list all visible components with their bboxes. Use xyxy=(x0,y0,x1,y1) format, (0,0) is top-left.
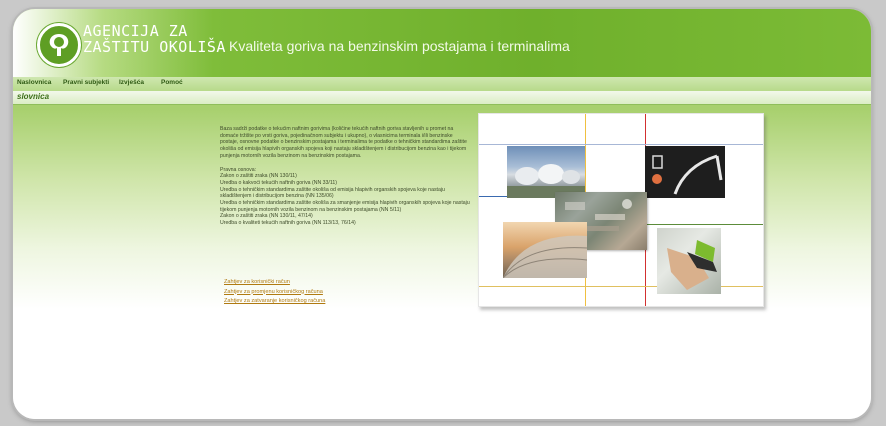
tree-logo-icon[interactable] xyxy=(37,23,81,67)
fuel-nozzle-photo xyxy=(657,228,721,294)
legal-item: Zakon o zaštiti zraka (NN 130/11) xyxy=(220,173,297,180)
nav-item-pomoc[interactable]: Pomoć xyxy=(161,79,183,86)
legal-item: Uredba o tehničkim standardima zaštite o… xyxy=(220,200,470,213)
fuel-gauge-photo xyxy=(645,146,725,198)
legal-item: Zakon o zaštiti zraka (NN 130/11, 47/14) xyxy=(220,213,313,220)
nav-item-naslovnica[interactable]: Naslovnica xyxy=(17,79,51,86)
site-header: AGENCIJA ZA ZAŠTITU OKOLIŠA Kvaliteta go… xyxy=(13,9,871,77)
intro-text: Baza sadrži podatke o tekućim naftnim go… xyxy=(220,126,467,159)
link-close-account[interactable]: Zahtjev za zatvaranje korisničkog računa xyxy=(224,297,325,307)
storage-tanks-photo xyxy=(507,146,585,198)
legal-item: Uredba o kakvoći tekućih naftnih goriva … xyxy=(220,179,337,186)
agency-name-line1: AGENCIJA ZA xyxy=(83,22,188,40)
browser-frame: AGENCIJA ZA ZAŠTITU OKOLIŠA Kvaliteta go… xyxy=(13,9,871,419)
legal-item: Uredba o tehničkim standardima zaštite o… xyxy=(220,186,445,200)
site-title: Kvaliteta goriva na benzinskim postajama… xyxy=(229,38,570,54)
main-nav: Naslovnica Pravni subjekti Izvješća Pomo… xyxy=(13,77,871,91)
legal-basis: Pravna osnova: Zakon o zaštiti zraka (NN… xyxy=(220,167,470,227)
nav-item-izvjesca[interactable]: Izvješća xyxy=(119,79,144,86)
agency-name-line2: ZAŠTITU OKOLIŠA xyxy=(83,38,226,56)
main-content: Baza sadrži podatke o tekućim naftnim go… xyxy=(220,126,470,227)
legal-heading: Pravna osnova: xyxy=(220,166,257,173)
breadcrumb-current: slovnica xyxy=(17,92,50,101)
link-request-account[interactable]: Zahtjev za korisnički račun xyxy=(224,278,325,288)
nav-item-pravni-subjekti[interactable]: Pravni subjekti xyxy=(63,79,109,86)
link-change-account[interactable]: Zahtjev za promjenu korisničkog računa xyxy=(224,288,325,298)
tank-dome-photo xyxy=(502,222,588,279)
breadcrumb: slovnica xyxy=(13,91,871,105)
collage-divider xyxy=(645,224,763,225)
page-body: AGENCIJA ZA ZAŠTITU OKOLIŠA Kvaliteta go… xyxy=(13,9,871,419)
photo-collage xyxy=(478,113,764,307)
collage-divider xyxy=(479,144,763,145)
agency-name: AGENCIJA ZA ZAŠTITU OKOLIŠA xyxy=(83,23,226,55)
legal-item: Uredba o kvaliteti tekućih naftnih goriv… xyxy=(220,220,356,227)
account-links: Zahtjev za korisnički račun Zahtjev za p… xyxy=(224,278,325,307)
